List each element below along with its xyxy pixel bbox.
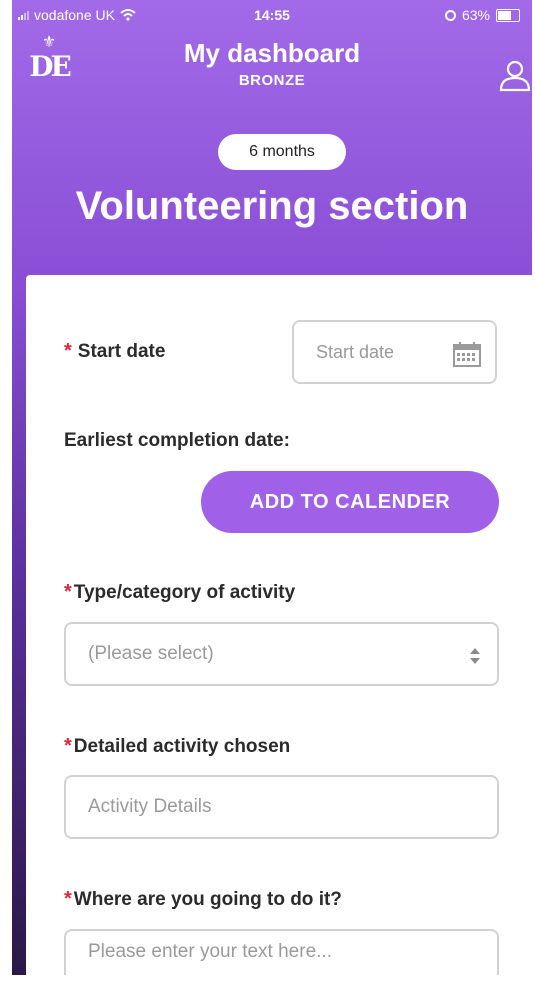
- activity-type-label: * Type/category of activity: [64, 581, 295, 604]
- required-marker: *: [64, 340, 72, 362]
- duration-badge: 6 months: [218, 134, 346, 170]
- required-marker: *: [64, 581, 72, 603]
- earliest-completion-label: Earliest completion date:: [64, 430, 290, 451]
- calendar-icon[interactable]: [453, 341, 481, 367]
- orientation-lock-icon: [444, 9, 456, 21]
- battery-icon: [496, 8, 520, 22]
- battery-percent: 63%: [461, 7, 490, 23]
- activity-type-selected: (Please select): [88, 643, 214, 664]
- activity-type-label-text: Type/category of activity: [73, 582, 296, 603]
- status-right: 63%: [444, 7, 520, 23]
- start-date-placeholder: Start date: [316, 341, 395, 362]
- location-label: * Where are you going to do it?: [64, 888, 342, 911]
- location-placeholder: Please enter your text here...: [88, 941, 332, 962]
- user-profile-icon[interactable]: [498, 58, 532, 92]
- location-label-text: Where are you going to do it?: [73, 889, 342, 910]
- activity-details-placeholder: Activity Details: [88, 796, 212, 817]
- required-marker: *: [64, 735, 72, 757]
- page-title: My dashboard: [183, 38, 361, 68]
- start-date-input[interactable]: Start date: [292, 320, 497, 384]
- start-date-label-text: Start date: [77, 341, 166, 362]
- form-card: * Start date Start date Earliest completi…: [26, 275, 532, 975]
- activity-details-input[interactable]: Activity Details: [64, 775, 499, 839]
- add-to-calendar-button[interactable]: ADD TO CALENDER: [201, 471, 499, 533]
- start-date-label: * Start date: [64, 340, 165, 363]
- activity-type-select[interactable]: (Please select): [64, 622, 499, 686]
- required-marker: *: [64, 888, 72, 910]
- status-bar: vodafone UK 14:55 63%: [12, 0, 532, 30]
- section-title: Volunteering section: [75, 184, 469, 228]
- select-arrows-icon: [470, 648, 480, 664]
- location-input[interactable]: Please enter your text here...: [64, 929, 499, 975]
- activity-details-label: * Detailed activity chosen: [64, 735, 290, 758]
- phone-screen: vodafone UK 14:55 63% ⚜ DE My dashboard …: [12, 0, 532, 975]
- activity-details-label-text: Detailed activity chosen: [73, 736, 291, 757]
- award-level: BRONZE: [238, 72, 306, 89]
